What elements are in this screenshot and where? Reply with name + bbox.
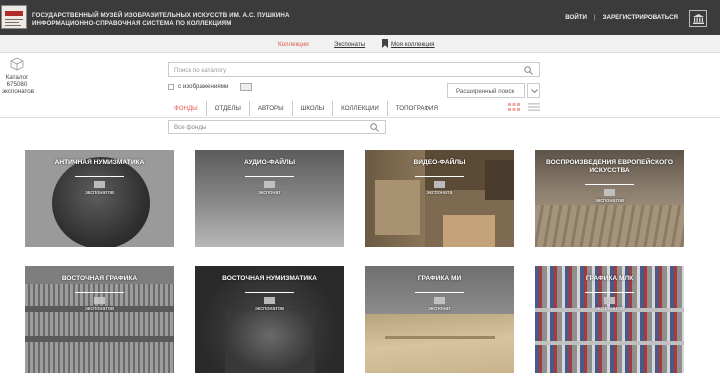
card-count (264, 297, 275, 304)
nav-my-collection[interactable]: Моя коллекция (391, 41, 435, 48)
login-link[interactable]: ВОЙТИ (565, 14, 587, 21)
card-title: ГРАФИКА МИ (417, 275, 462, 282)
tab-collections[interactable]: КОЛЛЕКЦИИ (332, 101, 387, 116)
site-title-line1: ГОСУДАРСТВЕННЫЙ МУЗЕЙ ИЗОБРАЗИТЕЛЬНЫХ ИС… (32, 12, 290, 19)
card-count-label: экспонатов (85, 190, 114, 196)
card-count-label: экспонат (428, 306, 451, 312)
auth-links: ВОЙТИ | ЗАРЕГИСТРИРОВАТЬСЯ (565, 14, 678, 21)
card-count-label: экспонатов (85, 306, 114, 312)
card-rule (415, 292, 464, 293)
fonds-placeholder: Все фонды (174, 124, 207, 131)
sub-navigation: Коллекции Экспонаты Моя коллекция (0, 35, 720, 53)
card-rule (245, 176, 294, 177)
tab-departments[interactable]: ОТДЕЛЫ (205, 101, 249, 116)
card-title: ВИДЕО-ФАЙЛЫ (413, 159, 466, 166)
tab-authors[interactable]: АВТОРЫ (248, 101, 292, 116)
catalog-unit: экспонатов (2, 88, 35, 95)
grid-view-icon[interactable] (508, 103, 520, 111)
card-rule (585, 292, 634, 293)
category-tabs: ФОНДЫ ОТДЕЛЫ АВТОРЫ ШКОЛЫ КОЛЛЕКЦИИ ТОПО… (168, 101, 446, 117)
museum-building-icon[interactable] (689, 10, 707, 27)
catalog-search-input[interactable]: Поиск по каталогу (168, 62, 540, 77)
catalog-counter[interactable]: Каталог 675080 экспонатов (2, 55, 35, 95)
bookmark-icon (382, 39, 388, 48)
card-count (94, 297, 105, 304)
list-view-icon[interactable] (528, 103, 540, 111)
site-title-line2: ИНФОРМАЦИОННО-СПРАВОЧНАЯ СИСТЕМА ПО КОЛЛ… (32, 20, 232, 27)
card-title: ВОСТОЧНАЯ НУМИЗМАТИКА (222, 275, 317, 282)
card-count (434, 297, 445, 304)
cube-icon (10, 57, 24, 71)
card-title: АУДИО-ФАЙЛЫ (243, 159, 296, 166)
divider (0, 117, 720, 118)
auth-separator: | (594, 14, 596, 21)
collection-card-european-reproductions[interactable]: ВОСПРОИЗВЕДЕНИЯ ЕВРОПЕЙСКОГО ИСКУССТВА э… (535, 150, 684, 247)
card-count (604, 297, 615, 304)
card-count (604, 189, 615, 196)
nav-exhibits[interactable]: Экспонаты (334, 41, 365, 48)
card-rule (585, 184, 634, 185)
card-rule (415, 176, 464, 177)
register-link[interactable]: ЗАРЕГИСТРИРОВАТЬСЯ (603, 14, 678, 21)
top-header: ГОСУДАРСТВЕННЫЙ МУЗЕЙ ИЗОБРАЗИТЕЛЬНЫХ ИС… (0, 0, 720, 35)
card-rule (245, 292, 294, 293)
card-title: ВОСПРОИЗВЕДЕНИЯ ЕВРОПЕЙСКОГО ИСКУССТВА (545, 159, 674, 174)
card-count (264, 181, 275, 188)
catalog-count: 675080 (6, 81, 28, 88)
search-icon[interactable] (370, 123, 379, 132)
with-images-checkbox[interactable] (168, 84, 174, 90)
collection-card-graphics-mlk[interactable]: ГРАФИКА МЛК экспонатов (535, 266, 684, 373)
collection-card-oriental-graphics[interactable]: ВОСТОЧНАЯ ГРАФИКА экспонатов (25, 266, 174, 373)
museum-logo[interactable] (1, 5, 27, 29)
card-title: ГРАФИКА МЛК (585, 275, 634, 282)
nav-collections[interactable]: Коллекции (278, 41, 309, 48)
card-count-label: экспонатов (255, 306, 284, 312)
fonds-select[interactable]: Все фонды (168, 120, 386, 134)
catalog-label: Каталог (5, 74, 29, 81)
card-count (94, 181, 105, 188)
card-count-label: экспоната (426, 190, 453, 196)
chevron-down-icon (531, 89, 538, 93)
collection-card-audio-files[interactable]: АУДИО-ФАЙЛЫ экспонат (195, 150, 344, 247)
card-count-label: экспонатов (595, 198, 624, 204)
collection-card-graphics-mi[interactable]: ГРАФИКА МИ экспонат (365, 266, 514, 373)
site-title: ГОСУДАРСТВЕННЫЙ МУЗЕЙ ИЗОБРАЗИТЕЛЬНЫХ ИС… (32, 12, 290, 28)
advanced-search-button[interactable]: Расширенный поиск (447, 83, 525, 98)
collection-card-oriental-numismatics[interactable]: ВОСТОЧНАЯ НУМИЗМАТИКА экспонатов (195, 266, 344, 373)
tab-schools[interactable]: ШКОЛЫ (291, 101, 333, 116)
card-count (434, 181, 445, 188)
card-rule (75, 292, 124, 293)
collection-card-ancient-numismatics[interactable]: АНТИЧНАЯ НУМИЗМАТИКА экспонатов (25, 150, 174, 247)
search-placeholder: Поиск по каталогу (174, 67, 227, 74)
card-title: ВОСТОЧНАЯ ГРАФИКА (61, 275, 138, 282)
card-rule (75, 176, 124, 177)
card-count-label: экспонат (258, 190, 281, 196)
card-count-label: экспонатов (595, 306, 624, 312)
search-icon[interactable] (524, 66, 533, 75)
tab-fonds[interactable]: ФОНДЫ (168, 101, 206, 116)
with-images-label: с изображениями (178, 83, 229, 90)
card-title: АНТИЧНАЯ НУМИЗМАТИКА (54, 159, 145, 166)
advanced-search-toggle[interactable] (527, 83, 540, 98)
collection-card-video-files[interactable]: ВИДЕО-ФАЙЛЫ экспоната (365, 150, 514, 247)
tab-topography[interactable]: ТОПОГРАФИЯ (386, 101, 446, 116)
image-icon (240, 83, 252, 91)
